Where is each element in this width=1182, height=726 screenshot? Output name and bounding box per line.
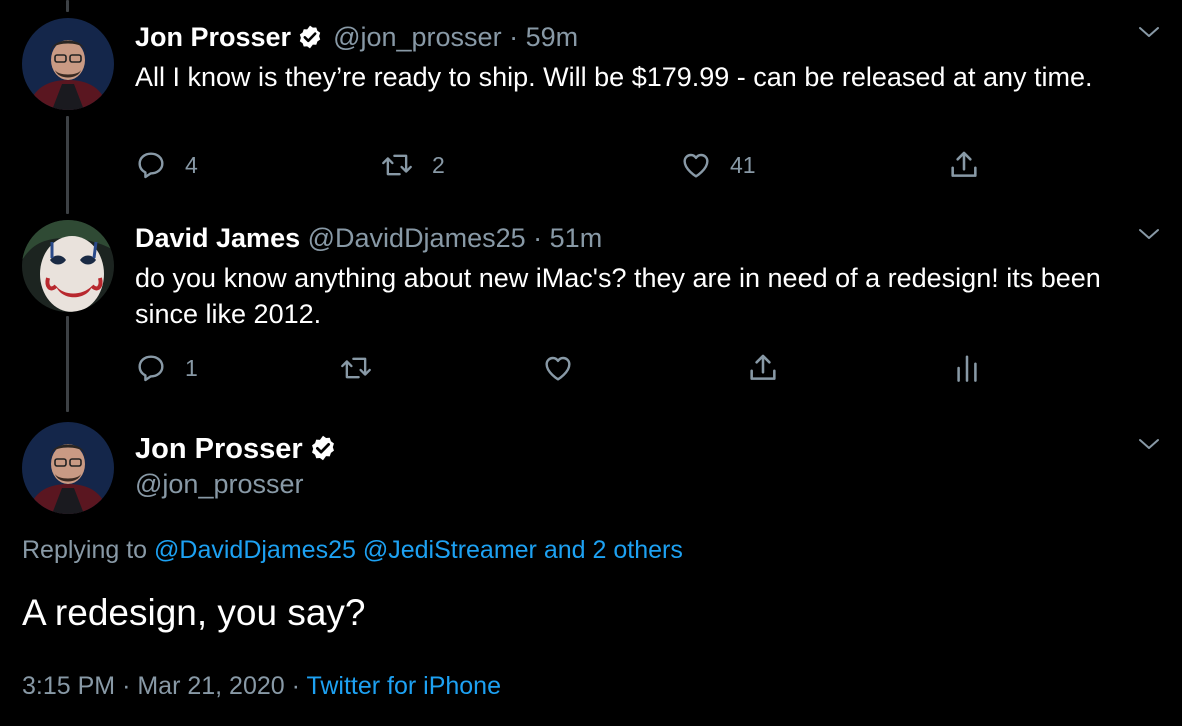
thread-line-2 [66, 316, 69, 412]
others-link[interactable]: and 2 others [544, 536, 683, 564]
retweet-button[interactable] [339, 348, 373, 388]
chevron-down-icon[interactable] [1137, 434, 1161, 459]
author-name-line: Jon Prosser [135, 432, 347, 470]
tweet-meta: 3:15 PM · Mar 21, 2020 · Twitter for iPh… [22, 670, 501, 702]
author-handle[interactable]: @jon_prosser [333, 22, 502, 52]
reply-count: 4 [185, 151, 198, 178]
tweet-text: All I know is they’re ready to ship. Wil… [135, 62, 1093, 92]
author-handle[interactable]: @jon_prosser [135, 467, 304, 501]
retweet-button[interactable]: 2 [380, 145, 445, 185]
author-name[interactable]: Jon Prosser [135, 433, 303, 465]
avatar[interactable] [22, 220, 114, 312]
mention-link[interactable]: @JediStreamer [363, 536, 537, 564]
verified-badge-icon [297, 24, 323, 57]
tweet-text: A redesign, you say? [22, 592, 366, 633]
like-count: 41 [730, 151, 756, 178]
heart-icon [542, 352, 574, 384]
share-button[interactable] [746, 348, 780, 388]
analytics-icon [953, 351, 981, 385]
author-handle[interactable]: @DavidDjames25 [308, 223, 526, 253]
verified-badge-icon [309, 434, 337, 470]
separator: · [509, 22, 519, 52]
reply-icon [135, 352, 167, 384]
retweet-icon [339, 352, 373, 384]
analytics-button[interactable] [953, 348, 981, 388]
thread-line-1 [66, 116, 69, 214]
author-name[interactable]: David James [135, 223, 300, 253]
reply-icon [135, 149, 167, 181]
chevron-down-icon[interactable] [1137, 224, 1161, 249]
separator: · [533, 223, 543, 253]
replying-to-line: Replying to @DavidDjames25 @JediStreamer… [22, 534, 683, 566]
author-name[interactable]: Jon Prosser [135, 22, 291, 52]
heart-icon [680, 149, 712, 181]
chevron-down-icon[interactable] [1137, 22, 1161, 47]
like-button[interactable] [542, 348, 574, 388]
reply-button[interactable]: 1 [135, 348, 198, 388]
share-button[interactable] [947, 145, 981, 185]
tweet-header: David James @DavidDjames25 · 51m [135, 222, 602, 254]
separator: · [122, 672, 131, 700]
mention-link[interactable]: @DavidDjames25 [154, 536, 356, 564]
tweet-time[interactable]: 3:15 PM [22, 672, 115, 700]
share-icon [947, 148, 981, 182]
thread-line-top [66, 0, 69, 12]
tweet-time[interactable]: 51m [550, 223, 603, 253]
tweet-text: do you know anything about new iMac's? t… [135, 263, 1101, 329]
separator: · [291, 672, 300, 700]
reply-button[interactable]: 4 [135, 145, 198, 185]
share-icon [746, 351, 780, 385]
like-button[interactable]: 41 [680, 145, 756, 185]
avatar[interactable] [22, 18, 114, 110]
tweet-date[interactable]: Mar 21, 2020 [137, 672, 284, 700]
reply-count: 1 [185, 354, 198, 381]
retweet-count: 2 [432, 151, 445, 178]
tweet-source-link[interactable]: Twitter for iPhone [306, 672, 501, 700]
tweet-time[interactable]: 59m [526, 22, 579, 52]
avatar[interactable] [22, 422, 114, 514]
retweet-icon [380, 149, 414, 181]
tweet-header: Jon Prosser @jon_prosser · 59m [135, 21, 578, 57]
replying-to-label: Replying to [22, 536, 148, 564]
